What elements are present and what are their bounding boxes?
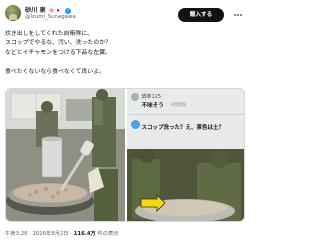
tweet-date[interactable]: 2026年8月2日: [33, 231, 69, 237]
more-options-icon[interactable]: [231, 8, 245, 22]
follow-button[interactable]: 購入する: [178, 8, 224, 22]
field-kitchen-illustration: [6, 89, 125, 221]
reply-avatar: [130, 93, 139, 101]
tweet-text: 炊き出しをしてくれた自衛隊に、 スコップでやるな、汚い、洗ったのか？ などとイチ…: [5, 31, 112, 75]
photo-field-kitchen[interactable]: [6, 89, 125, 221]
tweet-header: 砂川 泉 🌸🇯🇵 ✓ @Izumi_Sunagawa 購入する: [0, 0, 250, 26]
avatar[interactable]: [5, 5, 21, 21]
quote-avatar: [130, 120, 140, 129]
tweet-time[interactable]: 午後3:28: [5, 231, 28, 237]
quote-text: スコップ洗った？え、茶色は土？: [141, 125, 225, 131]
views-label: 件の表示: [97, 231, 119, 237]
author-name[interactable]: 砂川 泉 🌸🇯🇵 ✓: [25, 5, 72, 14]
author-handle[interactable]: @Izumi_Sunagawa: [25, 14, 76, 20]
reply-card: 鍋奉125 不味そう 3時間前 スコップ洗った？え、茶色は土？: [126, 89, 244, 149]
reply-divider: [129, 114, 244, 115]
views-count: 116.4万: [73, 231, 96, 237]
tweet-media[interactable]: 鍋奉125 不味そう 3時間前 スコップ洗った？え、茶色は土？: [5, 88, 245, 222]
tweet-meta: 午後3:28 · 2026年8月2日 · 116.4万 件の表示: [5, 229, 119, 237]
author-display-name: 砂川 泉: [25, 7, 46, 14]
reply-meta: 3時間前: [170, 103, 187, 108]
reply-text: 不味そう: [141, 103, 164, 109]
reply-username: 鍋奉125: [141, 94, 162, 100]
photo-reply-screenshot[interactable]: 鍋奉125 不味そう 3時間前 スコップ洗った？え、茶色は土？: [126, 89, 244, 221]
